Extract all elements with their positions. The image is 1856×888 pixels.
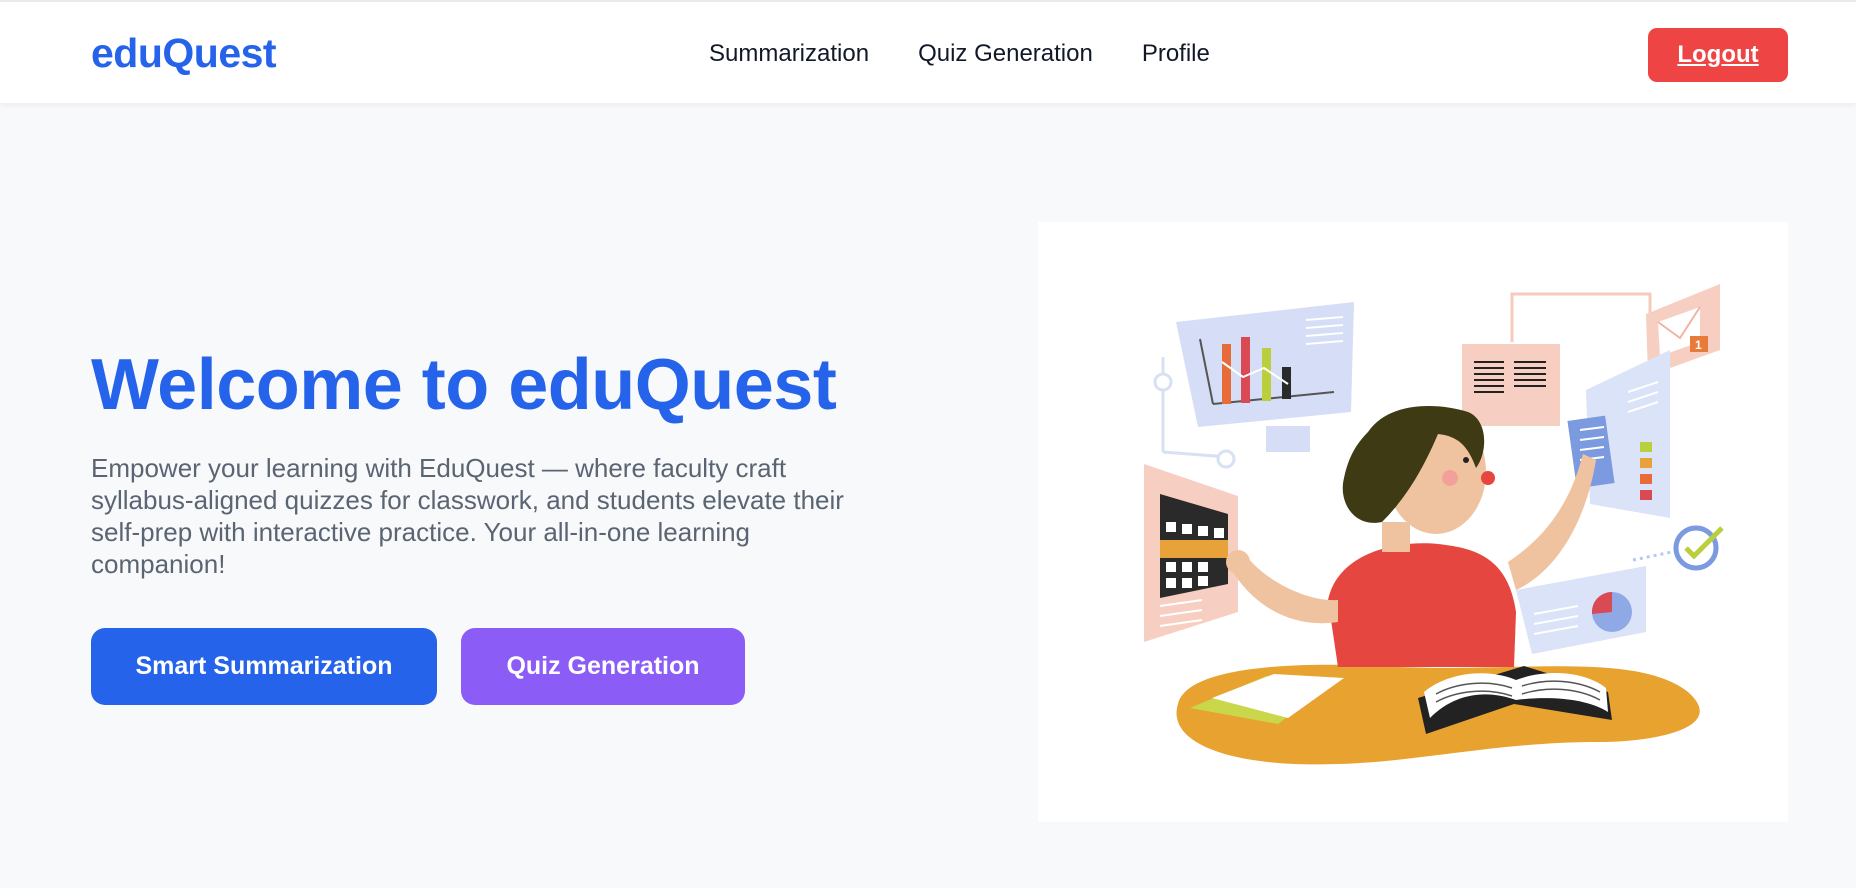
hero-illustration: 1 xyxy=(1038,222,1788,822)
smart-summarization-button[interactable]: Smart Summarization xyxy=(91,628,437,705)
navbar: eduQuest Summarization Quiz Generation P… xyxy=(0,0,1856,103)
nav-links: Summarization Quiz Generation Profile xyxy=(709,40,1210,68)
hero-description: Empower your learning with EduQuest — wh… xyxy=(91,453,844,579)
hero-title: Welcome to eduQuest xyxy=(91,345,837,425)
nav-link-profile[interactable]: Profile xyxy=(1142,40,1210,68)
quiz-generation-button[interactable]: Quiz Generation xyxy=(461,628,745,705)
learning-illustration: 1 xyxy=(1144,284,1724,765)
nav-link-summarization[interactable]: Summarization xyxy=(709,40,869,68)
logout-button[interactable]: Logout xyxy=(1648,28,1788,82)
mail-badge-number: 1 xyxy=(1695,338,1702,352)
nav-link-quiz-generation[interactable]: Quiz Generation xyxy=(918,40,1093,68)
brand-logo[interactable]: eduQuest xyxy=(91,30,277,77)
